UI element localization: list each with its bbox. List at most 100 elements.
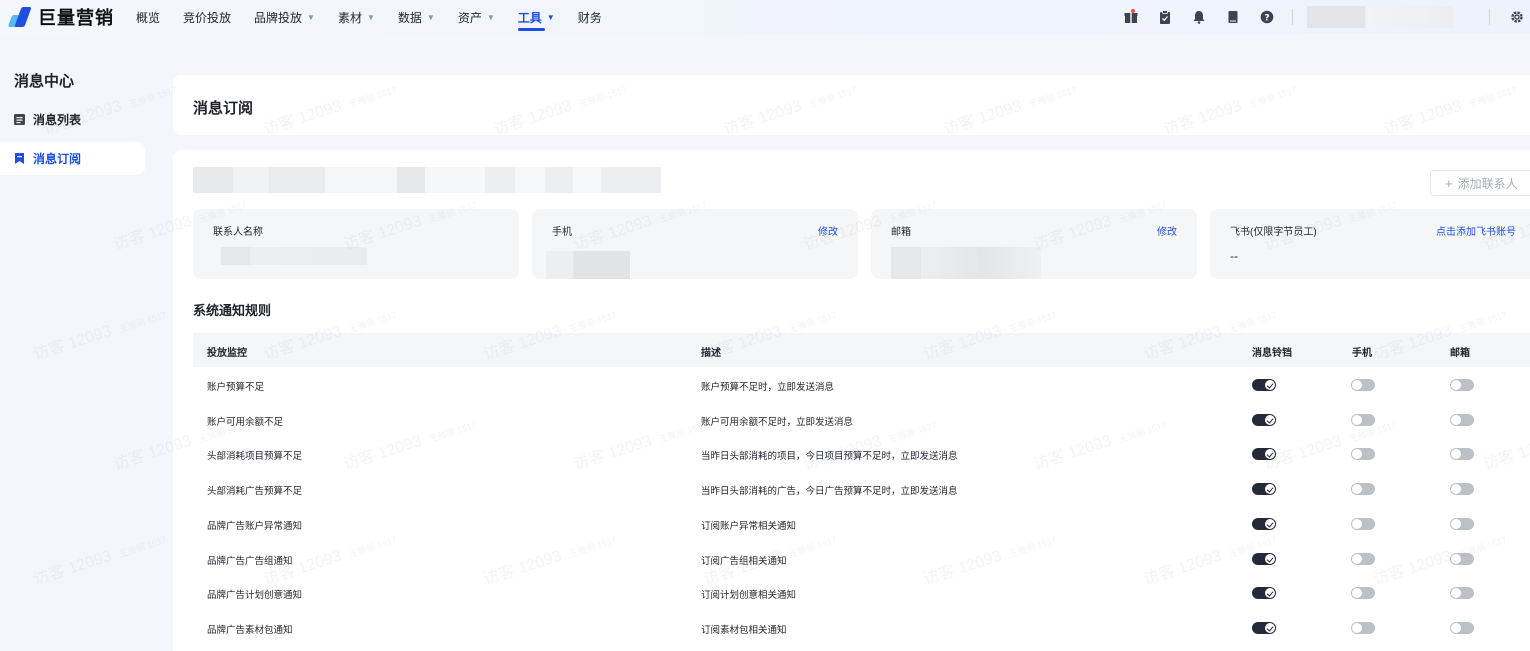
bell-toggle[interactable] <box>1252 413 1276 426</box>
email-toggle[interactable] <box>1450 413 1474 426</box>
rule-description: 账户预算不足时，立即发送消息 <box>701 382 835 393</box>
column-header-email: 邮箱 <box>1450 348 1470 359</box>
phone-label: 手机 <box>552 227 572 238</box>
table-row: 品牌广告广告组通知 订阅广告组相关通知 <box>193 541 1530 575</box>
bookmark-icon <box>14 153 25 164</box>
phone-toggle[interactable] <box>1351 552 1375 565</box>
table-row: 账户预算不足 账户预算不足时，立即发送消息 <box>193 367 1530 401</box>
nav-item-label: 工具 <box>517 10 542 25</box>
phone-toggle[interactable] <box>1351 448 1375 461</box>
rule-description: 账户可用余额不足时，立即发送消息 <box>701 416 854 428</box>
book-icon[interactable] <box>1226 10 1240 24</box>
svg-text:?: ? <box>1264 13 1269 23</box>
bell-icon[interactable] <box>1192 10 1206 24</box>
nav-item-label: 品牌投放 <box>254 10 303 25</box>
sidebar-item-message-subscription[interactable]: 消息订阅 <box>0 142 145 175</box>
rule-name: 品牌广告广告组通知 <box>207 555 293 567</box>
nav-item-2[interactable]: 品牌投放 ▼ <box>254 0 315 34</box>
rule-description: 订阅素材包相关通知 <box>701 624 787 636</box>
nav-item-6[interactable]: 工具 ▼ <box>517 0 555 34</box>
nav-item-4[interactable]: 数据 ▼ <box>398 0 435 34</box>
rule-description: 当昨日头部消耗的广告，今日广告预算不足时，立即发送消息 <box>701 486 958 498</box>
email-toggle[interactable] <box>1450 448 1474 461</box>
rule-name: 品牌广告账户异常通知 <box>207 520 303 532</box>
bell-toggle[interactable] <box>1252 552 1276 565</box>
chevron-down-icon: ▼ <box>366 12 375 22</box>
email-toggle[interactable] <box>1450 621 1474 634</box>
edit-email-button[interactable]: 修改 <box>1157 223 1177 238</box>
page-title: 消息订阅 <box>193 100 254 117</box>
nav-item-label: 数据 <box>397 10 422 25</box>
email-value-blurred <box>891 247 1041 279</box>
contact-tabs-blurred[interactable] <box>193 167 661 193</box>
list-icon <box>14 114 25 125</box>
email-toggle[interactable] <box>1450 379 1474 391</box>
column-header-monitor: 投放监控 <box>207 348 247 359</box>
bell-toggle[interactable] <box>1252 379 1276 391</box>
divider <box>1489 9 1490 25</box>
edit-phone-button[interactable]: 修改 <box>818 223 838 238</box>
watermark-text: 访客 12093 <box>31 322 114 364</box>
chevron-down-icon: ▼ <box>486 12 495 22</box>
phone-toggle[interactable] <box>1351 621 1375 634</box>
rule-name: 品牌广告计划创意通知 <box>207 590 303 602</box>
watermark: 访客 12093王雅丽 1517 <box>30 524 169 590</box>
nav-item-3[interactable]: 素材 ▼ <box>338 0 375 34</box>
add-feishu-account-link[interactable]: 点击添加飞书账号 <box>1436 223 1516 238</box>
user-account-blurred[interactable] <box>1307 6 1453 28</box>
email-toggle[interactable] <box>1450 552 1474 565</box>
bell-toggle[interactable] <box>1252 587 1276 600</box>
table-row: 品牌广告计划创意通知 订阅计划创意相关通知 <box>193 575 1530 609</box>
watermark-subtext: 王雅丽 1517 <box>117 534 168 560</box>
phone-toggle[interactable] <box>1351 483 1375 496</box>
plus-icon: + <box>1445 175 1453 191</box>
email-card: 邮箱 修改 <box>871 209 1197 279</box>
table-row: 账户可用余额不足 账户可用余额不足时，立即发送消息 <box>193 402 1530 436</box>
email-toggle[interactable] <box>1450 587 1474 600</box>
phone-toggle[interactable] <box>1351 379 1375 391</box>
page-header: 消息订阅 <box>173 75 1530 135</box>
bell-toggle[interactable] <box>1252 483 1276 496</box>
phone-toggle[interactable] <box>1351 413 1375 426</box>
nav-item-label: 概览 <box>136 10 161 25</box>
phone-toggle[interactable] <box>1351 517 1375 530</box>
topbar-actions: ? <box>1104 0 1530 34</box>
nav-item-label: 竞价投放 <box>183 10 232 25</box>
chevron-down-icon: ▼ <box>426 12 435 22</box>
add-contact-label: 添加联系人 <box>1457 176 1518 191</box>
email-toggle[interactable] <box>1450 517 1474 530</box>
table-row: 品牌广告素材包通知 订阅素材包相关通知 <box>193 610 1530 644</box>
nav-item-1[interactable]: 竞价投放 <box>183 0 231 34</box>
rule-description: 订阅广告组相关通知 <box>701 555 787 567</box>
watermark: 访客 12093王雅丽 1517 <box>30 299 169 365</box>
clipboard-icon[interactable] <box>1158 10 1172 24</box>
logo[interactable]: 巨量营销 <box>7 4 114 30</box>
nav-item-5[interactable]: 资产 ▼ <box>458 0 495 34</box>
email-toggle[interactable] <box>1450 483 1474 496</box>
watermark-text: 访客 12093 <box>31 547 114 589</box>
phone-toggle[interactable] <box>1351 587 1375 600</box>
rule-description: 订阅计划创意相关通知 <box>701 590 797 602</box>
sidebar-item-message-list[interactable]: 消息列表 <box>0 103 145 136</box>
contact-name-card: 联系人名称 <box>193 209 519 279</box>
add-contact-button[interactable]: + 添加联系人 <box>1430 170 1530 196</box>
contact-name-label: 联系人名称 <box>213 227 263 238</box>
feishu-label: 飞书(仅限字节员工) <box>1230 227 1317 238</box>
rule-name: 头部消耗项目预算不足 <box>207 451 303 463</box>
nav-item-label: 资产 <box>457 10 482 25</box>
help-icon[interactable]: ? <box>1260 10 1274 24</box>
email-label: 邮箱 <box>891 227 911 238</box>
settings-icon[interactable] <box>1510 10 1524 24</box>
section-title: 系统通知规则 <box>193 303 272 318</box>
nav-item-0[interactable]: 概览 <box>136 0 160 34</box>
bell-toggle[interactable] <box>1252 621 1276 634</box>
nav-item-7[interactable]: 财务 <box>578 0 602 34</box>
phone-card: 手机 修改 <box>532 209 858 279</box>
sidebar-title: 消息中心 <box>14 73 75 90</box>
rule-description: 订阅账户异常相关通知 <box>701 520 797 532</box>
bell-toggle[interactable] <box>1252 517 1276 530</box>
top-navigation-bar: 巨量营销 概览 竞价投放 品牌投放 ▼ 素材 ▼ 数据 ▼ 资产 ▼ 工具 ▼ 财务 ? <box>0 0 1530 34</box>
subscription-panel: + 添加联系人 联系人名称 手机 修改 邮箱 修改 飞书(仅限字节员工) 点击添… <box>173 150 1530 651</box>
main-nav: 概览 竞价投放 品牌投放 ▼ 素材 ▼ 数据 ▼ 资产 ▼ 工具 ▼ 财务 <box>136 0 625 34</box>
bell-toggle[interactable] <box>1252 448 1276 461</box>
